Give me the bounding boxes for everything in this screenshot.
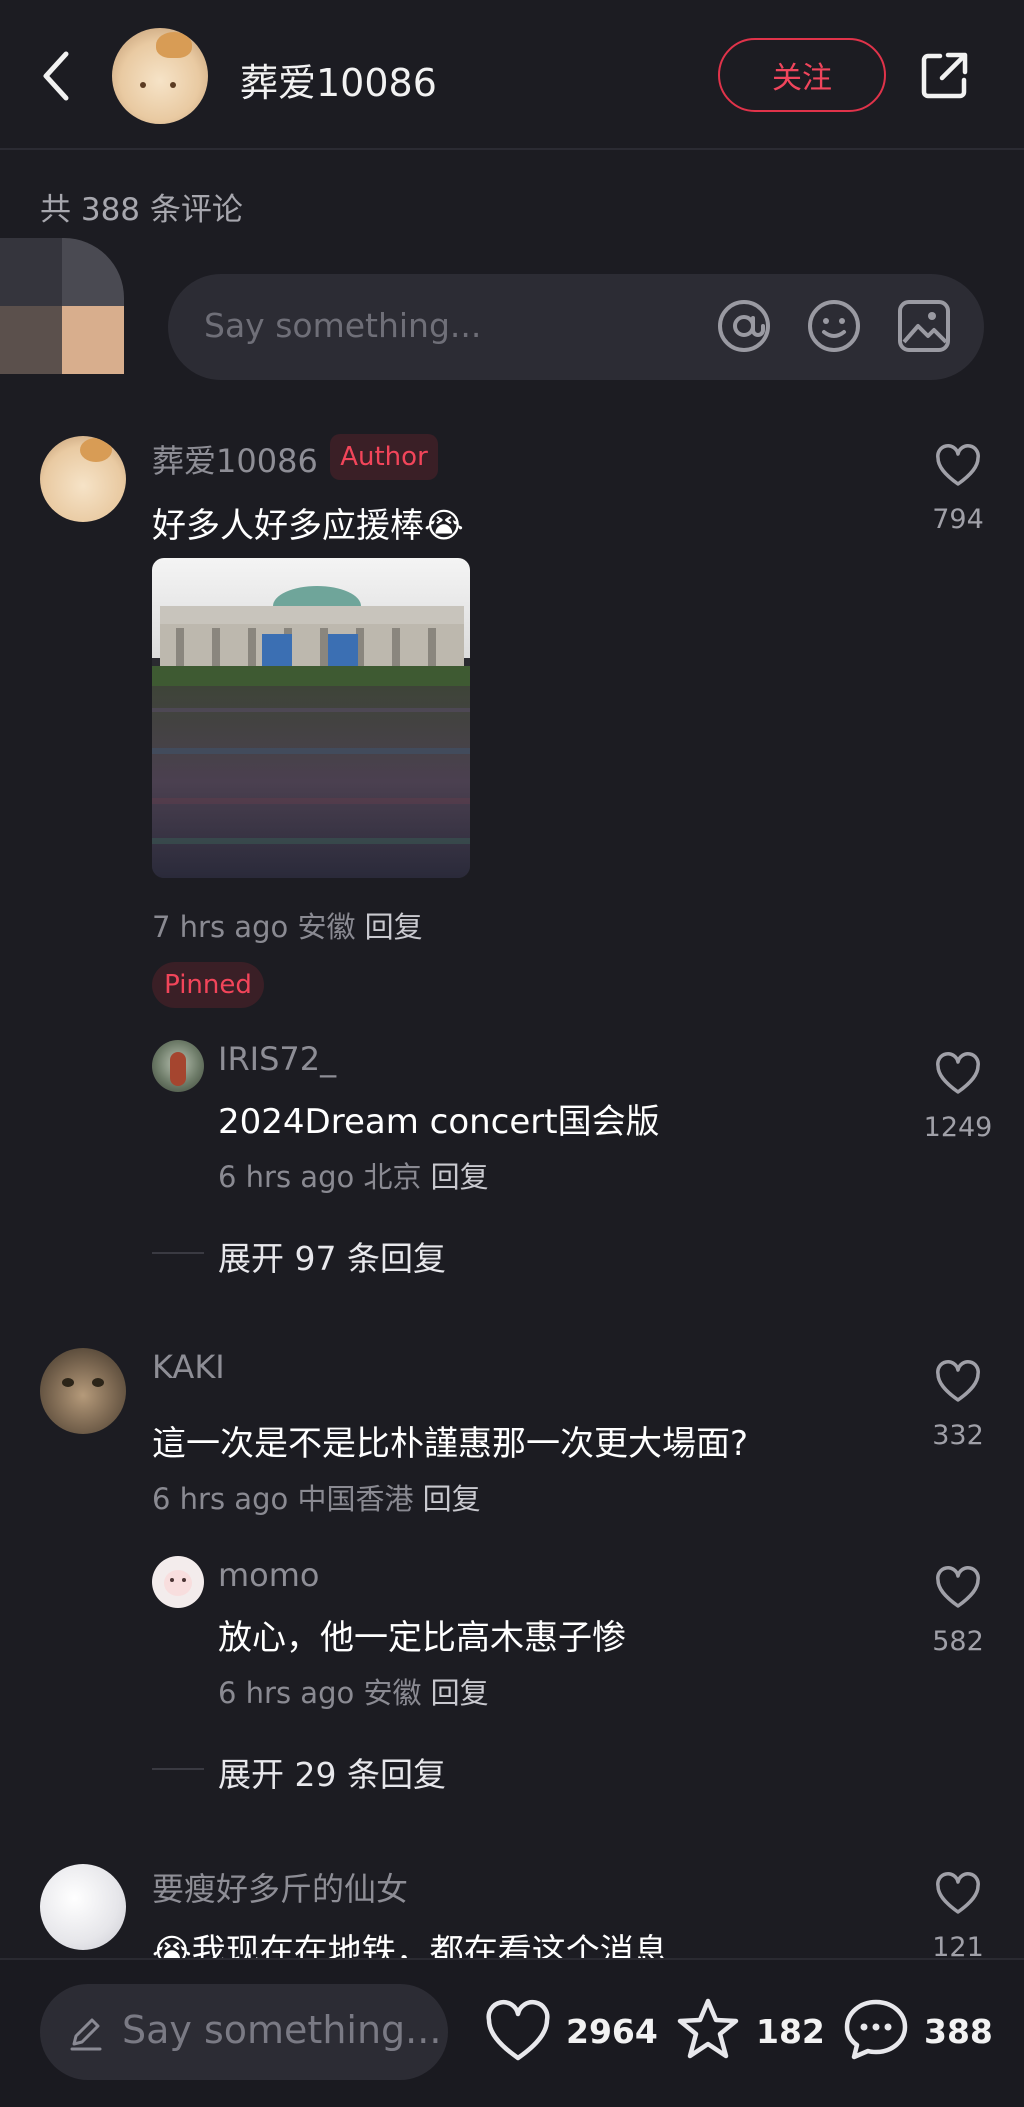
comment-image[interactable] — [152, 558, 470, 878]
comment-count: 共 388 条评论 — [40, 192, 243, 228]
reply-text: 放心，他一定比高木惠子惨 — [218, 1618, 626, 1658]
reply-button[interactable]: 回复 — [431, 1160, 489, 1194]
author-badge: Author — [330, 434, 438, 480]
emoji-icon[interactable] — [806, 298, 862, 354]
star-icon[interactable] — [674, 1996, 742, 2062]
like-count: 1249 — [923, 1112, 993, 1143]
reply-avatar[interactable] — [152, 1040, 204, 1092]
expand-replies-button[interactable]: 展开 97 条回复 — [218, 1232, 446, 1280]
reply-username[interactable]: momo — [218, 1556, 320, 1594]
reply-button[interactable]: 回复 — [423, 1482, 481, 1516]
follow-button[interactable]: 关注 — [718, 38, 886, 112]
favorite-total: 182 — [756, 2012, 825, 2051]
comment-time-location: 6 hrs ago 中国香港 — [152, 1482, 414, 1516]
reply-time-location: 6 hrs ago 安徽 — [218, 1676, 422, 1710]
my-avatar — [0, 238, 124, 374]
like-count: 332 — [932, 1420, 984, 1451]
heart-icon[interactable] — [484, 1998, 552, 2064]
comment-input-placeholder: Say something... — [204, 306, 482, 345]
pencil-icon — [70, 2018, 102, 2051]
comment-bubble-icon[interactable] — [842, 1996, 910, 2062]
reply-meta: 6 hrs ago 北京 回复 — [218, 1154, 489, 1196]
comment-text: 好多人好多应援棒😭 — [152, 498, 464, 547]
like-count: 582 — [932, 1626, 984, 1657]
reply-time-location: 6 hrs ago 北京 — [218, 1160, 422, 1194]
like-total: 2964 — [566, 2012, 658, 2051]
bottom-input-placeholder: Say something... — [122, 2008, 442, 2052]
comment-meta: 7 hrs ago 安徽 回复 — [152, 904, 423, 946]
back-icon[interactable] — [38, 50, 74, 102]
comment-time-location: 7 hrs ago 安徽 — [152, 910, 356, 944]
reply-text: 2024Dream concert国会版 — [218, 1102, 660, 1142]
comment-text-body: 好多人好多应援棒 — [152, 506, 424, 546]
heart-icon[interactable] — [934, 1872, 982, 1916]
heart-icon[interactable] — [934, 1360, 982, 1404]
comment-avatar[interactable] — [40, 436, 126, 522]
pinned-badge: Pinned — [152, 962, 264, 1008]
comment-username[interactable]: KAKI — [152, 1348, 225, 1386]
reply-meta: 6 hrs ago 安徽 回复 — [218, 1670, 489, 1712]
author-avatar[interactable] — [112, 28, 208, 124]
expand-divider — [152, 1768, 204, 1770]
comment-username[interactable]: 要瘦好多斤的仙女 — [152, 1864, 408, 1910]
comment-meta: 6 hrs ago 中国香港 回复 — [152, 1476, 481, 1518]
comments-page: 葬爱10086 关注 共 388 条评论 Say something... 葬爱… — [0, 0, 1024, 2107]
expand-divider — [152, 1252, 204, 1254]
comment-text: 這一次是不是比朴謹惠那一次更大場面? — [152, 1424, 749, 1464]
at-icon[interactable] — [716, 298, 772, 354]
heart-icon[interactable] — [934, 1052, 982, 1096]
heart-icon[interactable] — [934, 444, 982, 488]
comment-avatar[interactable] — [40, 1864, 126, 1950]
image-icon[interactable] — [896, 298, 952, 354]
comment-username[interactable]: 葬爱10086 — [152, 436, 318, 482]
heart-icon[interactable] — [934, 1566, 982, 1610]
expand-replies-button[interactable]: 展开 29 条回复 — [218, 1748, 446, 1796]
comment-avatar[interactable] — [40, 1348, 126, 1434]
header-divider — [0, 148, 1024, 150]
reply-username[interactable]: IRIS72_ — [218, 1040, 336, 1078]
share-icon[interactable] — [920, 50, 970, 100]
crying-emoji: 😭 — [424, 506, 464, 546]
like-count: 794 — [932, 504, 984, 535]
comment-total: 388 — [924, 2012, 993, 2051]
reply-button[interactable]: 回复 — [365, 910, 423, 944]
reply-button[interactable]: 回复 — [431, 1676, 489, 1710]
reply-avatar[interactable] — [152, 1556, 204, 1608]
crowd-photo — [152, 558, 470, 878]
header-username[interactable]: 葬爱10086 — [240, 52, 437, 107]
